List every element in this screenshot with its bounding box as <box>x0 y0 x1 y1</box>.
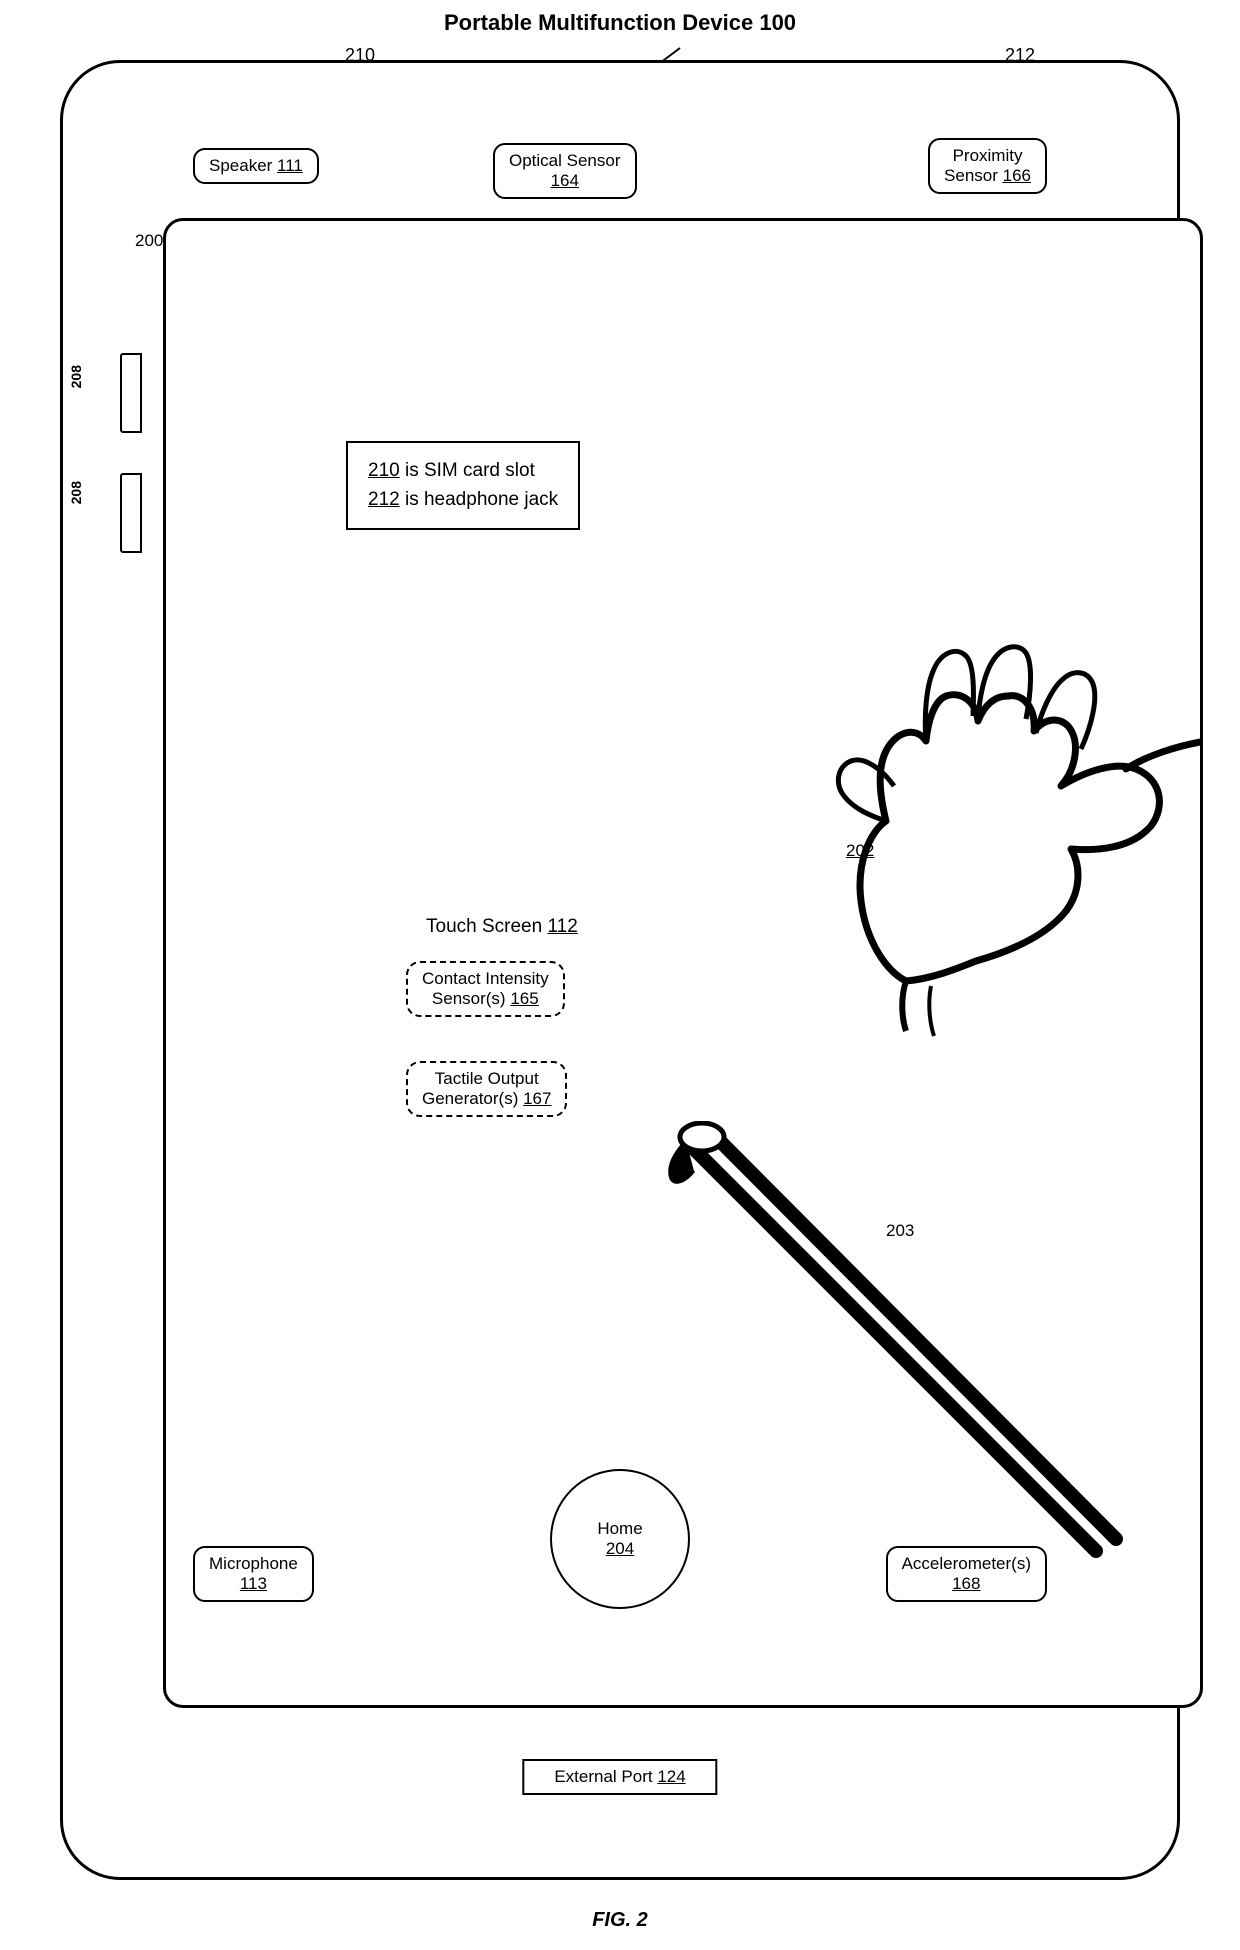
label-200: 200 <box>135 231 163 251</box>
screen-area: 210 is SIM card slot 212 is headphone ja… <box>163 218 1203 1708</box>
hand-gesture-illustration <box>686 601 1203 1051</box>
external-port-component: External Port 124 <box>522 1759 717 1795</box>
device-body: 208 208 206 Speaker 111 Optical Sensor16… <box>60 60 1180 1880</box>
volume-down-button[interactable] <box>120 473 142 553</box>
accelerometer-component: Accelerometer(s)168 <box>886 1546 1047 1602</box>
note-line1: 210 is SIM card slot <box>368 460 535 481</box>
title-text: Portable Multifunction Device 100 <box>444 10 796 35</box>
ref-202-label: 202 <box>846 841 874 861</box>
note-line2: 212 is headphone jack <box>368 489 558 510</box>
touchscreen-label: Touch Screen 112 <box>426 916 578 938</box>
tactile-output-generator: Tactile OutputGenerator(s) 167 <box>406 1061 567 1117</box>
stylus-illustration <box>606 1121 1126 1571</box>
optical-sensor-component: Optical Sensor164 <box>493 143 637 199</box>
proximity-sensor-component: ProximitySensor 166 <box>928 138 1047 194</box>
home-button[interactable]: Home204 <box>550 1469 690 1609</box>
contact-intensity-sensor: Contact IntensitySensor(s) 165 <box>406 961 565 1017</box>
speaker-component: Speaker 111 <box>193 148 319 184</box>
left-side-label-bottom: 208 <box>68 481 84 504</box>
volume-up-button[interactable] <box>120 353 142 433</box>
figure-label: FIG. 2 <box>592 1909 648 1932</box>
page-container: Portable Multifunction Device 100 210 21… <box>0 0 1240 1950</box>
microphone-component: Microphone113 <box>193 1546 314 1602</box>
left-side-label-top: 208 <box>68 365 84 388</box>
ref-203-label: 203 <box>886 1221 914 1241</box>
annotation-note: 210 is SIM card slot 212 is headphone ja… <box>346 441 580 530</box>
page-title: Portable Multifunction Device 100 <box>444 10 796 36</box>
